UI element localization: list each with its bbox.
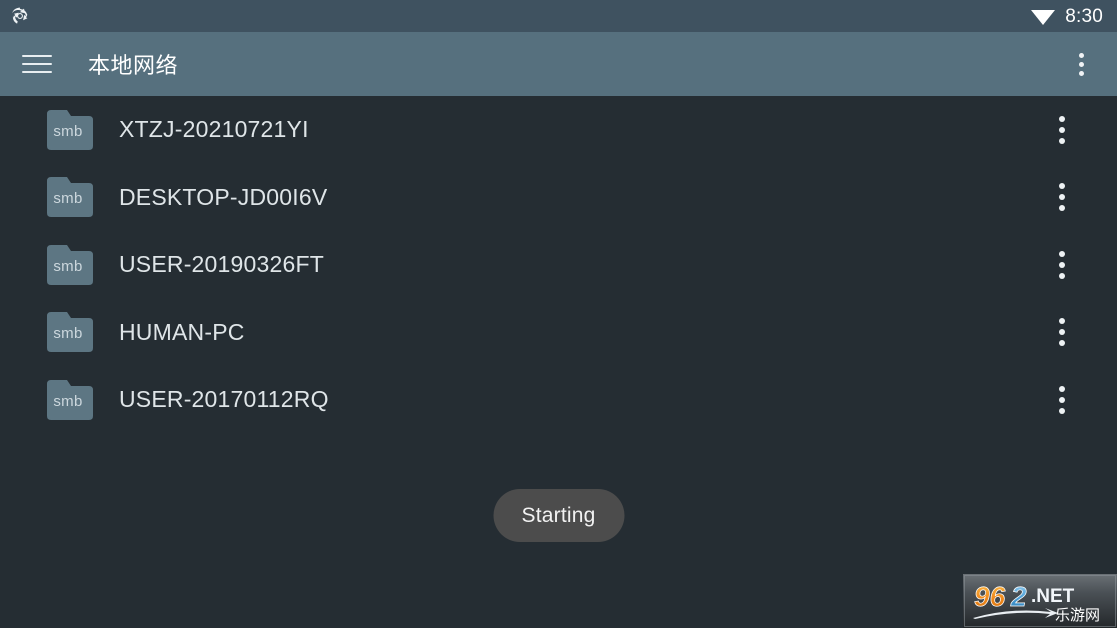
more-vertical-icon[interactable] — [1045, 231, 1079, 299]
site-watermark: 96 2 .NET 乐游网 — [963, 574, 1117, 628]
overflow-dot-2 — [1078, 61, 1084, 67]
more-vertical-icon[interactable] — [1045, 164, 1079, 232]
status-bar-left — [8, 4, 32, 28]
sync-circle-icon — [8, 4, 32, 28]
smb-folder-icon: smb — [43, 312, 93, 353]
list-item[interactable]: smb HUMAN-PC — [0, 299, 1117, 367]
app-bar: 本地网络 — [0, 32, 1117, 96]
smb-folder-icon: smb — [43, 177, 93, 218]
status-bar: 8:30 — [0, 0, 1117, 32]
svg-text:.NET: .NET — [1031, 586, 1075, 607]
overflow-dot-3 — [1059, 205, 1065, 212]
status-clock: 8:30 — [1065, 5, 1103, 27]
overflow-dot-1 — [1059, 385, 1065, 392]
list-item-label: HUMAN-PC — [119, 318, 245, 345]
more-vertical-icon[interactable] — [1045, 299, 1079, 367]
list-item-label: USER-20190326FT — [119, 251, 324, 278]
overflow-dot-3 — [1059, 137, 1065, 144]
list-item-label: XTZJ-20210721YI — [119, 116, 309, 143]
list-item[interactable]: smb DESKTOP-JD00I6V — [0, 164, 1117, 232]
smb-folder-icon: smb — [43, 379, 93, 420]
hamburger-bar-2 — [22, 63, 52, 65]
svg-text:96: 96 — [974, 581, 1006, 612]
list-item-label: USER-20170112RQ — [119, 386, 329, 413]
overflow-dot-3 — [1078, 70, 1084, 76]
overflow-dot-3 — [1059, 340, 1065, 347]
overflow-dot-1 — [1059, 183, 1065, 190]
more-vertical-icon[interactable] — [1045, 96, 1079, 164]
list-item[interactable]: smb USER-20190326FT — [0, 231, 1117, 299]
list-item-label: DESKTOP-JD00I6V — [119, 183, 328, 210]
overflow-dot-1 — [1059, 250, 1065, 257]
overflow-dot-3 — [1059, 272, 1065, 279]
android-screen: 8:30 本地网络 smb XTZJ-20210721YI smb DESKTO… — [0, 0, 1117, 628]
overflow-dot-2 — [1059, 396, 1065, 403]
overflow-dot-2 — [1059, 194, 1065, 201]
overflow-dot-2 — [1059, 261, 1065, 268]
svg-text:乐游网: 乐游网 — [1055, 607, 1100, 624]
page-title: 本地网络 — [88, 53, 179, 78]
hamburger-bar-3 — [22, 71, 52, 73]
list-item[interactable]: smb XTZJ-20210721YI — [0, 96, 1117, 164]
list-item[interactable]: smb USER-20170112RQ — [0, 366, 1117, 434]
overflow-dot-1 — [1059, 318, 1065, 325]
svg-text:2: 2 — [1010, 581, 1027, 612]
overflow-dot-1 — [1059, 115, 1065, 122]
more-vertical-icon[interactable] — [1045, 366, 1079, 434]
overflow-dot-2 — [1059, 126, 1065, 133]
status-bar-right: 8:30 — [1030, 6, 1103, 26]
hamburger-menu-icon[interactable] — [9, 32, 65, 96]
server-list[interactable]: smb XTZJ-20210721YI smb DESKTOP-JD00I6V — [0, 96, 1117, 628]
overflow-dot-2 — [1059, 329, 1065, 336]
overflow-dot-3 — [1059, 407, 1065, 414]
status-toast: Starting — [493, 489, 624, 542]
hamburger-bar-1 — [22, 55, 52, 57]
toast-message: Starting — [521, 503, 596, 527]
wifi-icon — [1030, 6, 1056, 26]
smb-folder-icon: smb — [43, 244, 93, 285]
smb-folder-icon: smb — [43, 109, 93, 150]
more-vertical-icon[interactable] — [1061, 32, 1101, 96]
overflow-dot-1 — [1078, 52, 1084, 58]
